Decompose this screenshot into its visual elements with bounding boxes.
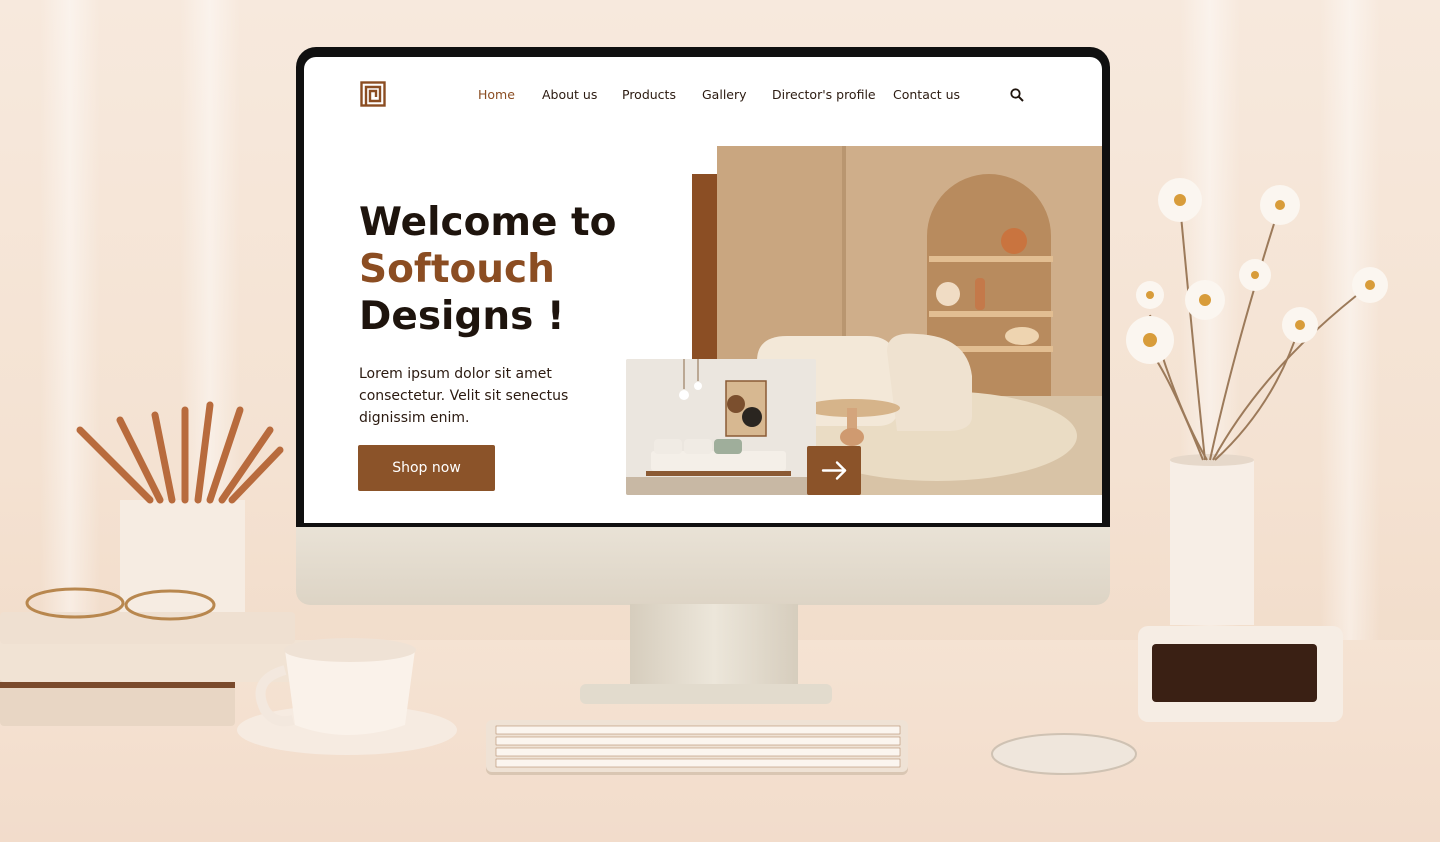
hero-title-brand: Softouch	[359, 247, 555, 292]
next-slide-button[interactable]	[807, 446, 861, 495]
coffee-cup	[237, 638, 457, 755]
pencil-cup	[120, 500, 245, 625]
website-screen: Home About us Products Gallery Director'…	[304, 57, 1102, 523]
desk-scene: Home About us Products Gallery Director'…	[0, 0, 1440, 842]
search-icon[interactable]	[1010, 88, 1024, 102]
nav-directors-profile[interactable]: Director's profile	[772, 87, 876, 102]
monitor-stand	[630, 604, 798, 686]
nav-products[interactable]: Products	[622, 87, 676, 102]
flower-vase	[1126, 178, 1388, 625]
hero-title: Welcome to Softouch Designs !	[359, 199, 649, 340]
thumbnail-illustration	[626, 359, 816, 495]
desk-clock	[1138, 626, 1343, 722]
nav-gallery[interactable]: Gallery	[702, 87, 747, 102]
logo-icon[interactable]	[360, 81, 386, 107]
hero-description: Lorem ipsum dolor sit amet consectetur. …	[359, 366, 569, 426]
keyboard-keys	[495, 725, 901, 768]
shop-now-button[interactable]: Shop now	[358, 445, 495, 491]
nav-contact-us[interactable]: Contact us	[893, 87, 960, 102]
nav-about-us[interactable]: About us	[542, 87, 597, 102]
keyboard	[486, 720, 908, 772]
mouse	[991, 733, 1137, 775]
monitor-base	[580, 684, 832, 704]
monitor-chin	[296, 527, 1110, 605]
hero-title-line-1: Welcome to	[359, 200, 617, 245]
gallery-thumbnail[interactable]	[626, 359, 816, 495]
nav-home[interactable]: Home	[478, 87, 515, 102]
hero-title-line-3: Designs !	[359, 294, 565, 339]
arrow-right-icon	[821, 461, 847, 480]
